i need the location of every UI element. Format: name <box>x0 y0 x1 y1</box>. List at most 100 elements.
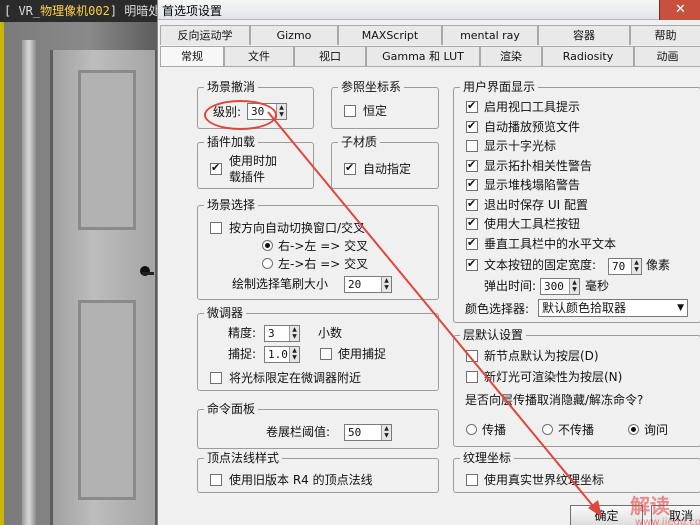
close-icon[interactable]: ✕ <box>659 0 700 20</box>
precision-unit: 小数 <box>318 326 343 340</box>
spinner-arrows-icon[interactable]: ▲ ▼ <box>381 425 391 440</box>
viewport-label[interactable]: [ VR_物理像机002] 明暗处 <box>0 0 160 22</box>
dialog-titlebar[interactable]: 首选项设置 ✕ <box>158 0 700 20</box>
spinner-arrows-icon[interactable]: ▲ ▼ <box>289 326 299 341</box>
tab-rendering[interactable]: 渲染 <box>480 46 542 66</box>
precision-spinner[interactable]: 3 ▲ ▼ <box>264 325 300 342</box>
precision-label: 精度: <box>228 326 257 340</box>
load-on-use-checkbox[interactable] <box>210 161 222 175</box>
snap-label: 捕捉: <box>228 347 257 361</box>
ask-label: 询问 <box>644 423 669 437</box>
tab-animation[interactable]: 动画 <box>634 46 700 66</box>
tab-radiosity[interactable]: Radiosity <box>542 46 634 66</box>
fixed-width-checkbox[interactable] <box>466 257 478 271</box>
dialog-title: 首选项设置 <box>162 4 223 18</box>
viewport-label-prefix: [ VR_ <box>4 4 41 18</box>
load-on-use-label-2: 载插件 <box>229 170 266 184</box>
ui-display-group: 用户界面显示 启用视口工具提示 自动播放预览文件 显示十字光标 显示拓扑相关性警… <box>453 79 700 323</box>
ui-opt-label: 显示堆栈塌陷警告 <box>484 178 581 192</box>
spinner-arrows-icon[interactable]: ▲ ▼ <box>276 104 286 119</box>
use-snap-label: 使用捕捉 <box>338 347 387 361</box>
flyout-time-label: 弹出时间: <box>484 279 537 293</box>
tab-mental-ray[interactable]: mental ray <box>442 25 538 45</box>
brush-size-label: 绘制选择笔刷大小 <box>232 277 329 291</box>
color-picker-label: 颜色选择器: <box>465 302 530 316</box>
plugin-load-group: 插件加载 使用时加 载插件 <box>197 134 314 189</box>
color-picker-value: 默认颜色拾取器 <box>542 301 627 315</box>
tab-gizmo[interactable]: Gizmo <box>250 25 338 45</box>
ui-opt-checkbox[interactable] <box>466 197 478 211</box>
brush-size-spinner[interactable]: 20 ▲ ▼ <box>344 276 392 293</box>
left-right-radio[interactable] <box>262 258 273 269</box>
ui-opt-checkbox[interactable] <box>466 216 478 230</box>
spinner-arrows-icon[interactable]: ▲ ▼ <box>381 277 391 292</box>
ui-opt-checkbox[interactable] <box>466 99 478 113</box>
sub-material-group: 子材质 自动指定 <box>331 134 439 189</box>
ask-radio[interactable] <box>628 424 639 435</box>
auto-window-label: 按方向自动切换窗口/交叉 <box>229 221 366 235</box>
ui-opt-checkbox[interactable] <box>466 158 478 172</box>
constant-checkbox[interactable] <box>344 105 356 117</box>
snap-spinner[interactable]: 1.0 ▲ ▼ <box>264 346 300 363</box>
precision-value: 3 <box>268 327 275 340</box>
new-node-bylayer-checkbox[interactable] <box>466 350 478 362</box>
tab-help[interactable]: 帮助 <box>630 25 700 45</box>
legacy-normal-checkbox[interactable] <box>210 474 222 486</box>
auto-assign-checkbox[interactable] <box>344 161 356 175</box>
left-right-label: 左->右 => 交叉 <box>278 257 369 271</box>
new-light-bylayer-checkbox[interactable] <box>466 371 478 383</box>
viewport-label-camera: 物理像机002 <box>40 4 110 18</box>
snap-value: 1.0 <box>268 348 288 361</box>
rollup-threshold-value: 50 <box>348 426 362 439</box>
watermark-text: 解读 <box>630 494 670 518</box>
rollup-threshold-spinner[interactable]: 50 ▲ ▼ <box>344 424 392 441</box>
scene-undo-title: 场景撤消 <box>204 79 259 95</box>
ui-opt-label: 使用大工具栏按钮 <box>484 217 581 231</box>
flyout-time-spinner[interactable]: 300 ▲ ▼ <box>540 278 580 295</box>
auto-window-checkbox[interactable] <box>210 222 222 234</box>
fixed-width-value: 70 <box>612 260 626 273</box>
sub-material-title: 子材质 <box>338 134 381 150</box>
spinners-group: 微调器 精度: 3 ▲ ▼ 小数 捕捉: 1.0 ▲ ▼ 使用捕捉 将光标限定在微调… <box>197 305 439 391</box>
viewport-3d[interactable] <box>0 0 160 525</box>
tab-gamma-lut[interactable]: Gamma 和 LUT <box>366 46 480 66</box>
spinners-title: 微调器 <box>204 305 247 321</box>
no-propagate-radio[interactable] <box>542 424 553 435</box>
ref-coord-title: 参照坐标系 <box>338 79 405 95</box>
tab-content-general: 场景撤消 级别: 30 ▲▼ 参照坐标系 恒定 插件加载 使用时加 载插件 子材… <box>160 67 700 525</box>
plugin-load-title: 插件加载 <box>204 134 259 150</box>
color-picker-dropdown[interactable]: 默认颜色拾取器 ▼ <box>538 299 688 317</box>
ui-opt-checkbox[interactable] <box>466 236 478 250</box>
spinner-arrows-icon[interactable]: ▲ ▼ <box>569 279 579 294</box>
auto-assign-label: 自动指定 <box>363 162 412 176</box>
right-left-radio[interactable] <box>262 240 273 251</box>
ui-opt-label: 退出时保存 UI 配置 <box>484 198 588 212</box>
preferences-dialog: 首选项设置 ✕ 反向运动学 Gizmo MAXScript mental ray… <box>157 0 700 525</box>
scene-selection-title: 场景选择 <box>204 197 259 213</box>
texture-coords-title: 纹理坐标 <box>460 450 515 466</box>
propagate-label: 传播 <box>482 423 507 437</box>
tab-maxscript[interactable]: MAXScript <box>338 25 442 45</box>
door-panel-lower <box>78 300 136 500</box>
ui-opt-checkbox[interactable] <box>466 119 478 133</box>
new-node-bylayer-label: 新节点默认为按层(D) <box>484 349 599 363</box>
tab-container[interactable]: 容器 <box>538 25 630 45</box>
spinner-arrows-icon[interactable]: ▲ ▼ <box>289 347 299 362</box>
use-snap-checkbox[interactable] <box>320 348 332 360</box>
vertex-normal-title: 顶点法线样式 <box>204 450 283 466</box>
real-world-coords-checkbox[interactable] <box>466 474 478 486</box>
propagate-radio[interactable] <box>466 424 477 435</box>
flyout-time-value: 300 <box>544 280 564 293</box>
ui-opt-checkbox[interactable] <box>466 140 478 152</box>
spinner-arrows-icon[interactable]: ▲ ▼ <box>631 259 641 274</box>
ui-opt-checkbox[interactable] <box>466 177 478 191</box>
tab-ik[interactable]: 反向运动学 <box>160 25 250 45</box>
tab-files[interactable]: 文件 <box>224 46 294 66</box>
tab-viewports[interactable]: 视口 <box>294 46 366 66</box>
command-panel-title: 命令面板 <box>204 401 259 417</box>
cursor-limit-checkbox[interactable] <box>210 372 222 384</box>
fixed-width-spinner[interactable]: 70 ▲ ▼ <box>608 258 642 275</box>
viewport-label-suffix: ] 明暗处 <box>109 4 160 18</box>
tab-general[interactable]: 常规 <box>160 46 224 66</box>
ui-display-title: 用户界面显示 <box>460 79 539 95</box>
